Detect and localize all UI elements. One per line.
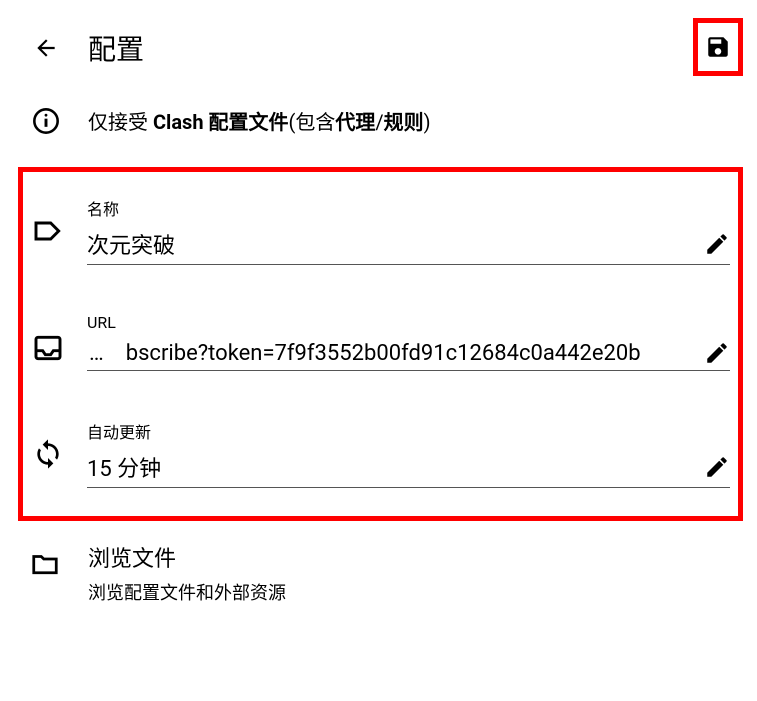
url-value-row: … bscribe?token=7f9f3552b00fd91c12684c0a…: [87, 340, 730, 371]
back-button[interactable]: [32, 34, 60, 62]
url-field-content: URL … bscribe?token=7f9f3552b00fd91c1268…: [87, 313, 730, 371]
edit-icon[interactable]: [704, 340, 730, 366]
name-field-content: 名称 次元突破: [87, 196, 730, 265]
refresh-icon: [31, 437, 65, 471]
edit-icon[interactable]: [704, 454, 730, 480]
url-ellipsis: …: [89, 341, 104, 366]
info-text: 仅接受 Clash 配置文件(包含代理/规则): [88, 106, 431, 135]
url-value[interactable]: bscribe?token=7f9f3552b00fd91c12684c0a44…: [126, 341, 696, 366]
url-label: URL: [87, 313, 730, 332]
auto-update-value-row: 15 分钟: [87, 451, 730, 488]
auto-update-label: 自动更新: [87, 419, 730, 443]
inbox-icon: [31, 331, 65, 365]
header: 配置: [0, 0, 757, 88]
folder-icon: [30, 549, 60, 579]
name-value-row: 次元突破: [87, 228, 730, 265]
name-value[interactable]: 次元突破: [87, 228, 696, 260]
browse-subtitle: 浏览配置文件和外部资源: [88, 579, 737, 605]
auto-update-field-row[interactable]: 自动更新 15 分钟: [31, 411, 730, 488]
save-icon: [705, 34, 731, 60]
auto-update-value[interactable]: 15 分钟: [87, 451, 696, 483]
label-icon: [31, 214, 65, 248]
save-button[interactable]: [693, 18, 743, 76]
info-row: 仅接受 Clash 配置文件(包含代理/规则): [0, 88, 757, 153]
info-icon: [32, 107, 60, 135]
name-field-row[interactable]: 名称 次元突破: [31, 188, 730, 265]
browse-files-row[interactable]: 浏览文件 浏览配置文件和外部资源: [0, 529, 757, 605]
browse-content: 浏览文件 浏览配置文件和外部资源: [88, 541, 737, 605]
browse-title: 浏览文件: [88, 541, 737, 573]
highlighted-fields-section: 名称 次元突破 URL … bscribe?token=7f9f3552b00f…: [18, 167, 743, 521]
auto-update-field-content: 自动更新 15 分钟: [87, 419, 730, 488]
edit-icon[interactable]: [704, 231, 730, 257]
arrow-back-icon: [33, 35, 59, 61]
url-field-row[interactable]: URL … bscribe?token=7f9f3552b00fd91c1268…: [31, 305, 730, 371]
page-title: 配置: [88, 28, 144, 68]
name-label: 名称: [87, 196, 730, 220]
